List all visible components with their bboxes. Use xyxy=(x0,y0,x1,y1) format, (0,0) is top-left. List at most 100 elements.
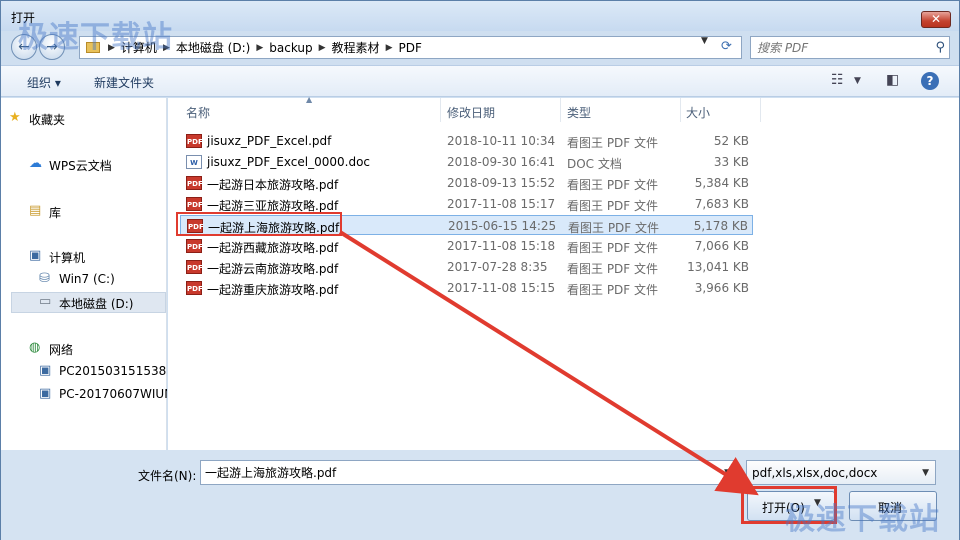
crumb-local-disk[interactable]: 本地磁盘 (D:) xyxy=(176,39,250,56)
pdf-file-icon: PDF xyxy=(186,134,203,148)
organize-button[interactable]: 组织 ▾ xyxy=(27,74,61,91)
file-type-filter[interactable]: pdf,xls,xlsx,doc,docx ▼ xyxy=(746,460,936,485)
sidebar-item-label: 收藏夹 xyxy=(29,113,66,127)
file-row[interactable]: PDF 一起游重庆旅游攻略.pdf 2017-11-08 15:15 看图王 P… xyxy=(180,278,753,298)
file-name: 一起游日本旅游攻略.pdf xyxy=(207,178,339,192)
close-button[interactable]: ✕ xyxy=(921,11,951,28)
sidebar-item-label: PC201503151538 xyxy=(59,364,167,378)
file-row[interactable]: PDF 一起游日本旅游攻略.pdf 2018-09-13 15:52 看图王 P… xyxy=(180,173,753,193)
toolbar: 组织 ▾ 新建文件夹 ☷ ▼ ◧ ? xyxy=(1,65,959,97)
preview-pane-icon[interactable]: ◧ xyxy=(886,72,899,88)
file-type: 看图王 PDF 文件 xyxy=(568,221,660,235)
file-name: 一起游重庆旅游攻略.pdf xyxy=(207,283,339,297)
sidebar-item-label: WPS云文档 xyxy=(49,159,112,173)
column-date[interactable]: 修改日期 xyxy=(447,104,495,121)
file-name: 一起游西藏旅游攻略.pdf xyxy=(207,241,339,255)
column-divider[interactable] xyxy=(560,98,561,122)
view-options-icon[interactable]: ☷ xyxy=(831,72,844,88)
chevron-right-icon[interactable]: ▶ xyxy=(386,43,393,53)
search-input[interactable] xyxy=(757,40,927,55)
sidebar-item-label: 网络 xyxy=(49,343,74,357)
sidebar-item-wps-docs[interactable]: ☁ WPS云文档 xyxy=(29,156,112,174)
file-date: 2017-11-08 15:15 xyxy=(447,281,556,295)
file-row[interactable]: PDF 一起游三亚旅游攻略.pdf 2017-11-08 15:17 看图王 P… xyxy=(180,194,753,214)
pdf-file-icon: PDF xyxy=(186,281,203,295)
file-date: 2017-11-08 15:17 xyxy=(447,197,556,211)
chevron-right-icon[interactable]: ▶ xyxy=(256,43,263,53)
sidebar-item-label: PC-20170607WIUN xyxy=(59,387,167,401)
file-date: 2018-09-30 16:41 xyxy=(447,155,556,169)
drive-icon: ▭ xyxy=(39,294,52,309)
column-divider[interactable] xyxy=(760,98,761,122)
navigation-pane: ★ 收藏夹 ☁ WPS云文档 ▤ 库 ▣ 计算机 ⛁ Win7 (C:) ▭ 本… xyxy=(1,98,167,450)
file-row[interactable]: PDF 一起游云南旅游攻略.pdf 2017-07-28 8:35 看图王 PD… xyxy=(180,257,753,277)
chevron-right-icon[interactable]: ▶ xyxy=(319,43,326,53)
column-divider[interactable] xyxy=(680,98,681,122)
sidebar-item-computer[interactable]: ▣ 计算机 xyxy=(29,248,85,266)
file-name: 一起游云南旅游攻略.pdf xyxy=(207,262,339,276)
computer-icon: ▣ xyxy=(39,363,52,378)
column-type[interactable]: 类型 xyxy=(567,104,591,121)
pdf-file-icon: PDF xyxy=(186,176,203,190)
watermark-top-left: 极速下载站 xyxy=(18,20,173,55)
crumb-tutorial-material[interactable]: 教程素材 xyxy=(332,39,380,56)
sidebar-item-win7-drive[interactable]: ⛁ Win7 (C:) xyxy=(39,271,115,286)
refresh-icon[interactable]: ⟳ xyxy=(721,39,732,54)
sort-ascending-icon: ▲ xyxy=(306,95,313,104)
sidebar-item-pc1[interactable]: ▣ PC201503151538 xyxy=(39,363,167,378)
file-list: ▲ 名称 修改日期 类型 大小 PDF jisuxz_PDF_Excel.pdf… xyxy=(168,95,959,450)
breadcrumb[interactable]: ▶ 计算机 ▶ 本地磁盘 (D:) ▶ backup ▶ 教程素材 ▶ PDF xyxy=(79,36,742,59)
crumb-pdf[interactable]: PDF xyxy=(398,41,421,55)
filename-label: 文件名(N): xyxy=(138,469,197,483)
search-icon[interactable]: ⚲ xyxy=(935,40,945,55)
crumb-backup[interactable]: backup xyxy=(269,41,312,55)
file-size: 5,178 KB xyxy=(693,219,748,233)
file-size: 3,966 KB xyxy=(694,281,749,295)
file-row[interactable]: W jisuxz_PDF_Excel_0000.doc 2018-09-30 1… xyxy=(180,152,753,172)
chevron-down-icon[interactable]: ▼ xyxy=(724,468,731,478)
column-divider[interactable] xyxy=(440,98,441,122)
file-date: 2018-09-13 15:52 xyxy=(447,176,556,190)
file-type: 看图王 PDF 文件 xyxy=(567,178,659,192)
file-type: 看图王 PDF 文件 xyxy=(567,136,659,150)
sidebar-item-label: 库 xyxy=(49,206,62,220)
sidebar-item-label: 本地磁盘 (D:) xyxy=(59,297,134,311)
file-type: 看图王 PDF 文件 xyxy=(567,283,659,297)
star-icon: ★ xyxy=(9,110,21,125)
sidebar-item-favorites[interactable]: ★ 收藏夹 xyxy=(9,110,66,128)
column-header-row: ▲ 名称 修改日期 类型 大小 xyxy=(168,95,959,122)
column-name[interactable]: 名称 xyxy=(186,104,210,121)
drive-icon: ⛁ xyxy=(39,271,50,286)
network-icon: ◍ xyxy=(29,340,41,355)
cloud-icon: ☁ xyxy=(29,156,42,171)
file-size: 33 KB xyxy=(713,155,749,169)
address-dropdown-icon[interactable]: ▼ xyxy=(701,36,708,46)
search-box[interactable]: ⚲ xyxy=(750,36,950,59)
file-row[interactable]: PDF 一起游西藏旅游攻略.pdf 2017-11-08 15:18 看图王 P… xyxy=(180,236,753,256)
sidebar-item-local-disk[interactable]: ▭ 本地磁盘 (D:) xyxy=(39,294,134,312)
file-row[interactable]: PDF jisuxz_PDF_Excel.pdf 2018-10-11 10:3… xyxy=(180,131,753,151)
filename-input[interactable] xyxy=(205,465,705,480)
new-folder-button[interactable]: 新建文件夹 xyxy=(94,74,154,91)
computer-icon: ▣ xyxy=(29,248,42,263)
file-size: 7,683 KB xyxy=(694,197,749,211)
column-size[interactable]: 大小 xyxy=(686,104,710,121)
file-name: jisuxz_PDF_Excel_0000.doc xyxy=(207,155,371,169)
sidebar-item-pc2[interactable]: PC-20170607WIUN xyxy=(59,387,167,401)
file-size: 5,384 KB xyxy=(694,176,749,190)
file-date: 2015-06-15 14:25 xyxy=(448,219,557,233)
file-type: 看图王 PDF 文件 xyxy=(567,262,659,276)
doc-file-icon: W xyxy=(186,155,202,169)
filename-field[interactable]: ▼ xyxy=(200,460,737,485)
computer-icon: ▣ xyxy=(39,386,52,401)
chevron-down-icon[interactable]: ▼ xyxy=(922,468,929,478)
sidebar-item-network[interactable]: ◍ 网络 xyxy=(29,340,74,358)
pdf-file-icon: PDF xyxy=(186,260,203,274)
pdf-file-icon: PDF xyxy=(186,197,203,211)
sidebar-item-library[interactable]: ▤ 库 xyxy=(29,203,62,221)
help-icon[interactable]: ? xyxy=(921,72,939,90)
view-dropdown-icon[interactable]: ▼ xyxy=(854,76,861,86)
file-type: 看图王 PDF 文件 xyxy=(567,241,659,255)
sidebar-item-label: Win7 (C:) xyxy=(59,272,115,286)
file-size: 13,041 KB xyxy=(687,260,749,274)
